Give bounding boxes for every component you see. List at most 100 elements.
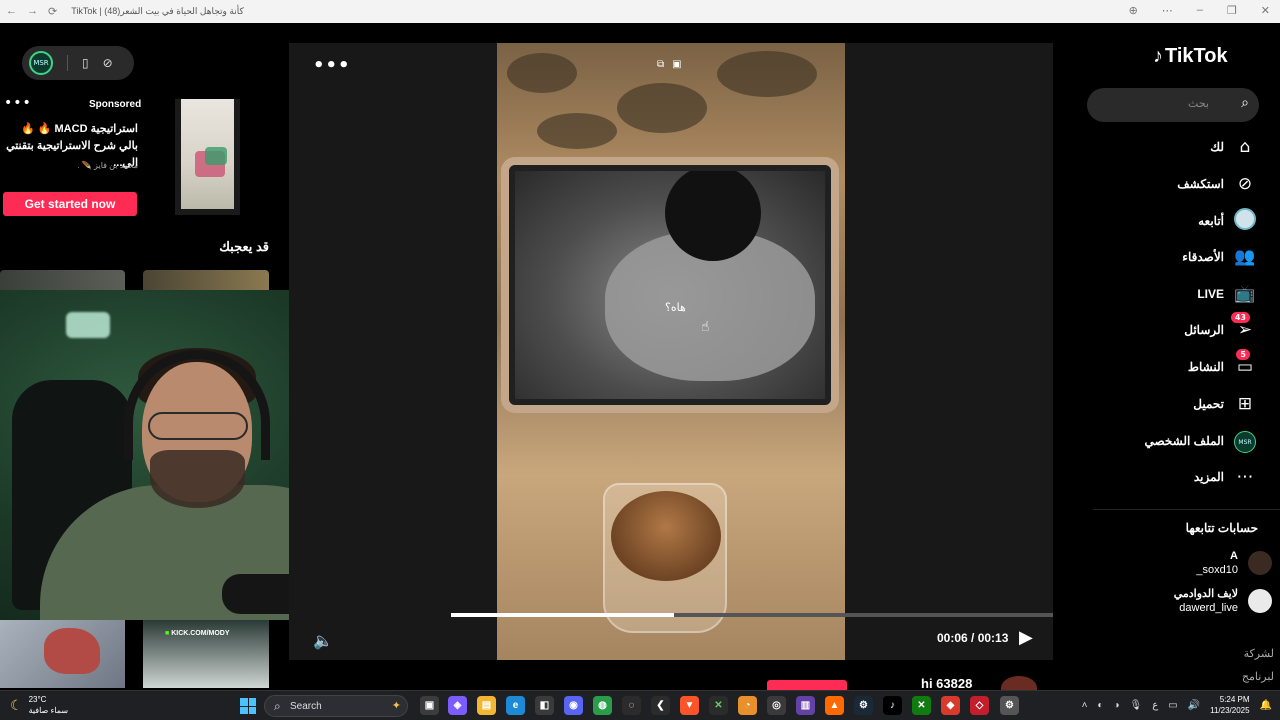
mic-icon[interactable]: 🎙 bbox=[1130, 700, 1143, 711]
brave-icon[interactable]: ▼ bbox=[680, 696, 699, 715]
task-view-icon[interactable]: ▣ bbox=[420, 696, 439, 715]
tray-app-icon[interactable]: ◑ bbox=[1113, 700, 1119, 711]
tiktok-logo[interactable]: ♪ TikTok bbox=[1153, 45, 1228, 68]
play-icon[interactable]: ▶ bbox=[1019, 627, 1033, 648]
following-heading: حسابات تتابعها bbox=[1185, 521, 1258, 535]
tray-app-icon[interactable]: ◐ bbox=[1097, 700, 1103, 711]
app-icon[interactable]: ◌ bbox=[622, 696, 641, 715]
following-account[interactable]: A _soxd10 bbox=[1196, 549, 1272, 577]
start-icon[interactable] bbox=[240, 698, 256, 714]
settings-icon[interactable]: ⚙ bbox=[1000, 696, 1019, 715]
obs-icon[interactable]: ◎ bbox=[767, 696, 786, 715]
notifications-icon[interactable]: 🔔 bbox=[1260, 700, 1272, 711]
video-player[interactable]: ••• ⧉ ▣ هاه؟ ☝ 🔈 00:06 / 00:13 ▶ bbox=[289, 43, 1053, 660]
weather-widget[interactable]: ☾ 23°C سماء صافية bbox=[10, 694, 68, 716]
video-frame[interactable]: ⧉ ▣ هاه؟ ☝ bbox=[497, 43, 845, 660]
suggested-video-thumb[interactable] bbox=[0, 620, 125, 688]
edge-icon[interactable]: e bbox=[506, 696, 525, 715]
suggested-video-thumb[interactable]: ■ KICK.COM/MODY bbox=[143, 620, 269, 688]
suggested-video-thumb[interactable] bbox=[0, 270, 125, 292]
follow-button[interactable] bbox=[767, 680, 847, 690]
account-avatar[interactable]: MSR bbox=[29, 51, 53, 75]
reload-button[interactable]: ⟳ bbox=[48, 5, 57, 18]
progress-bar[interactable] bbox=[451, 613, 1053, 617]
discord-icon[interactable]: ◉ bbox=[564, 696, 583, 715]
language-indicator[interactable]: ع bbox=[1152, 700, 1158, 711]
ad-thumbnail[interactable] bbox=[175, 99, 240, 215]
clock-date: 11/23/2025 bbox=[1210, 706, 1250, 715]
activity-icon: ▭ 5 bbox=[1236, 349, 1254, 377]
xbox-icon[interactable]: ✕ bbox=[912, 696, 931, 715]
get-started-button[interactable]: Get started now bbox=[3, 192, 137, 216]
ad-author: محمد بن فايز 🪶 . bbox=[77, 161, 138, 170]
search-icon[interactable]: ⌕ bbox=[1241, 95, 1249, 111]
nav-messages[interactable]: الرسائل ➢ 43 bbox=[1184, 312, 1256, 342]
chrome-icon[interactable]: ◍ bbox=[593, 696, 612, 715]
app-icon[interactable]: ◇ bbox=[970, 696, 989, 715]
menu-icon[interactable]: ⋯ bbox=[1162, 4, 1173, 17]
zoom-icon[interactable]: ⊕ bbox=[1129, 4, 1138, 17]
account-handle: _soxd10 bbox=[1196, 564, 1238, 576]
weather-text: 23°C سماء صافية bbox=[29, 694, 69, 716]
clock[interactable]: 5:24 PM 11/23/2025 bbox=[1210, 694, 1249, 716]
browser-nav: ← → ⟳ bbox=[6, 5, 57, 18]
account-avatar bbox=[1248, 589, 1272, 613]
nav-more[interactable]: المزيد ⋯ bbox=[1194, 465, 1256, 489]
forward-button[interactable]: → bbox=[27, 5, 38, 18]
file-explorer-icon[interactable]: ▤ bbox=[477, 696, 496, 715]
copilot-icon[interactable]: ◈ bbox=[448, 696, 467, 715]
compass-icon: ⊘ bbox=[1237, 174, 1253, 194]
nav-upload[interactable]: تحميل ⊞ bbox=[1193, 392, 1256, 416]
more-options-icon[interactable]: ••• bbox=[313, 55, 351, 76]
speaker-icon[interactable]: 🔊 bbox=[1188, 700, 1200, 711]
nav-live[interactable]: LIVE 📺 bbox=[1197, 282, 1256, 306]
nav-for-you[interactable]: لك ⌂ bbox=[1210, 135, 1256, 159]
nav-activity[interactable]: النشاط ▭ 5 bbox=[1188, 349, 1256, 379]
video-overlay-icons: ⧉ ▣ bbox=[657, 59, 682, 70]
search-input[interactable]: بحث ⌕ bbox=[1087, 88, 1259, 122]
kick-label: ■ KICK.COM/MODY bbox=[165, 630, 230, 637]
store-icon[interactable]: ◧ bbox=[535, 696, 554, 715]
account-handle: dawerd_live bbox=[1179, 602, 1238, 614]
upload-icon: ⊞ bbox=[1237, 394, 1253, 414]
temperature: 23°C bbox=[28, 695, 47, 704]
suggested-video-thumb[interactable] bbox=[143, 270, 269, 292]
app-icon[interactable]: ✕ bbox=[709, 696, 728, 715]
progress-fill bbox=[451, 613, 674, 617]
miniplayer-icon[interactable]: ▣ bbox=[672, 59, 681, 70]
notifications-app-icon[interactable]: ◔ bbox=[738, 696, 757, 715]
app-icon[interactable]: ❮ bbox=[651, 696, 670, 715]
footer-link-company[interactable]: لشركة bbox=[1244, 647, 1274, 660]
nav-label: لك bbox=[1210, 140, 1224, 154]
restore-button[interactable]: ❐ bbox=[1227, 4, 1237, 17]
compass-icon[interactable]: ⊘ bbox=[103, 56, 113, 70]
back-button[interactable]: ← bbox=[6, 5, 17, 18]
leaf-pattern bbox=[537, 113, 617, 149]
app-icon[interactable]: ◆ bbox=[941, 696, 960, 715]
nav-label: الرسائل bbox=[1184, 323, 1224, 337]
ad-more-icon[interactable]: ••• bbox=[4, 95, 32, 111]
close-button[interactable]: ✕ bbox=[1261, 4, 1270, 17]
tiktok-icon[interactable]: ♪ bbox=[883, 696, 902, 715]
footer-link-program[interactable]: لبرنامج bbox=[1242, 670, 1274, 683]
taskbar-search[interactable]: ⌕ Search ✦ bbox=[264, 695, 408, 717]
creator-username[interactable]: hi 63828 bbox=[921, 676, 972, 691]
following-account[interactable]: لايف الدوادمي dawerd_live bbox=[1174, 587, 1272, 615]
device-switcher[interactable]: MSR ▯ ⊘ bbox=[22, 46, 134, 80]
minimize-button[interactable]: – bbox=[1197, 4, 1203, 17]
video-caption: هاه؟ bbox=[665, 301, 686, 314]
nav-label: المزيد bbox=[1193, 470, 1224, 484]
nav-friends[interactable]: الأصدقاء 👥 bbox=[1182, 245, 1256, 269]
nav-explore[interactable]: استكشف ⊘ bbox=[1177, 172, 1256, 196]
mobile-icon[interactable]: ▯ bbox=[82, 56, 89, 70]
twitch-icon[interactable]: ▥ bbox=[796, 696, 815, 715]
chevron-up-icon[interactable]: ˄ bbox=[1082, 700, 1088, 711]
steam-icon[interactable]: ⚙ bbox=[854, 696, 873, 715]
network-icon[interactable]: ▭ bbox=[1168, 700, 1177, 711]
volume-icon[interactable]: 🔈 bbox=[313, 631, 333, 650]
more-icon: ⋯ bbox=[1236, 467, 1254, 487]
app-icon[interactable]: ▲ bbox=[825, 696, 844, 715]
pip-icon[interactable]: ⧉ bbox=[657, 59, 664, 70]
nav-profile[interactable]: الملف الشخصي MSR bbox=[1144, 429, 1256, 454]
nav-following[interactable]: أتابعه bbox=[1198, 207, 1256, 233]
